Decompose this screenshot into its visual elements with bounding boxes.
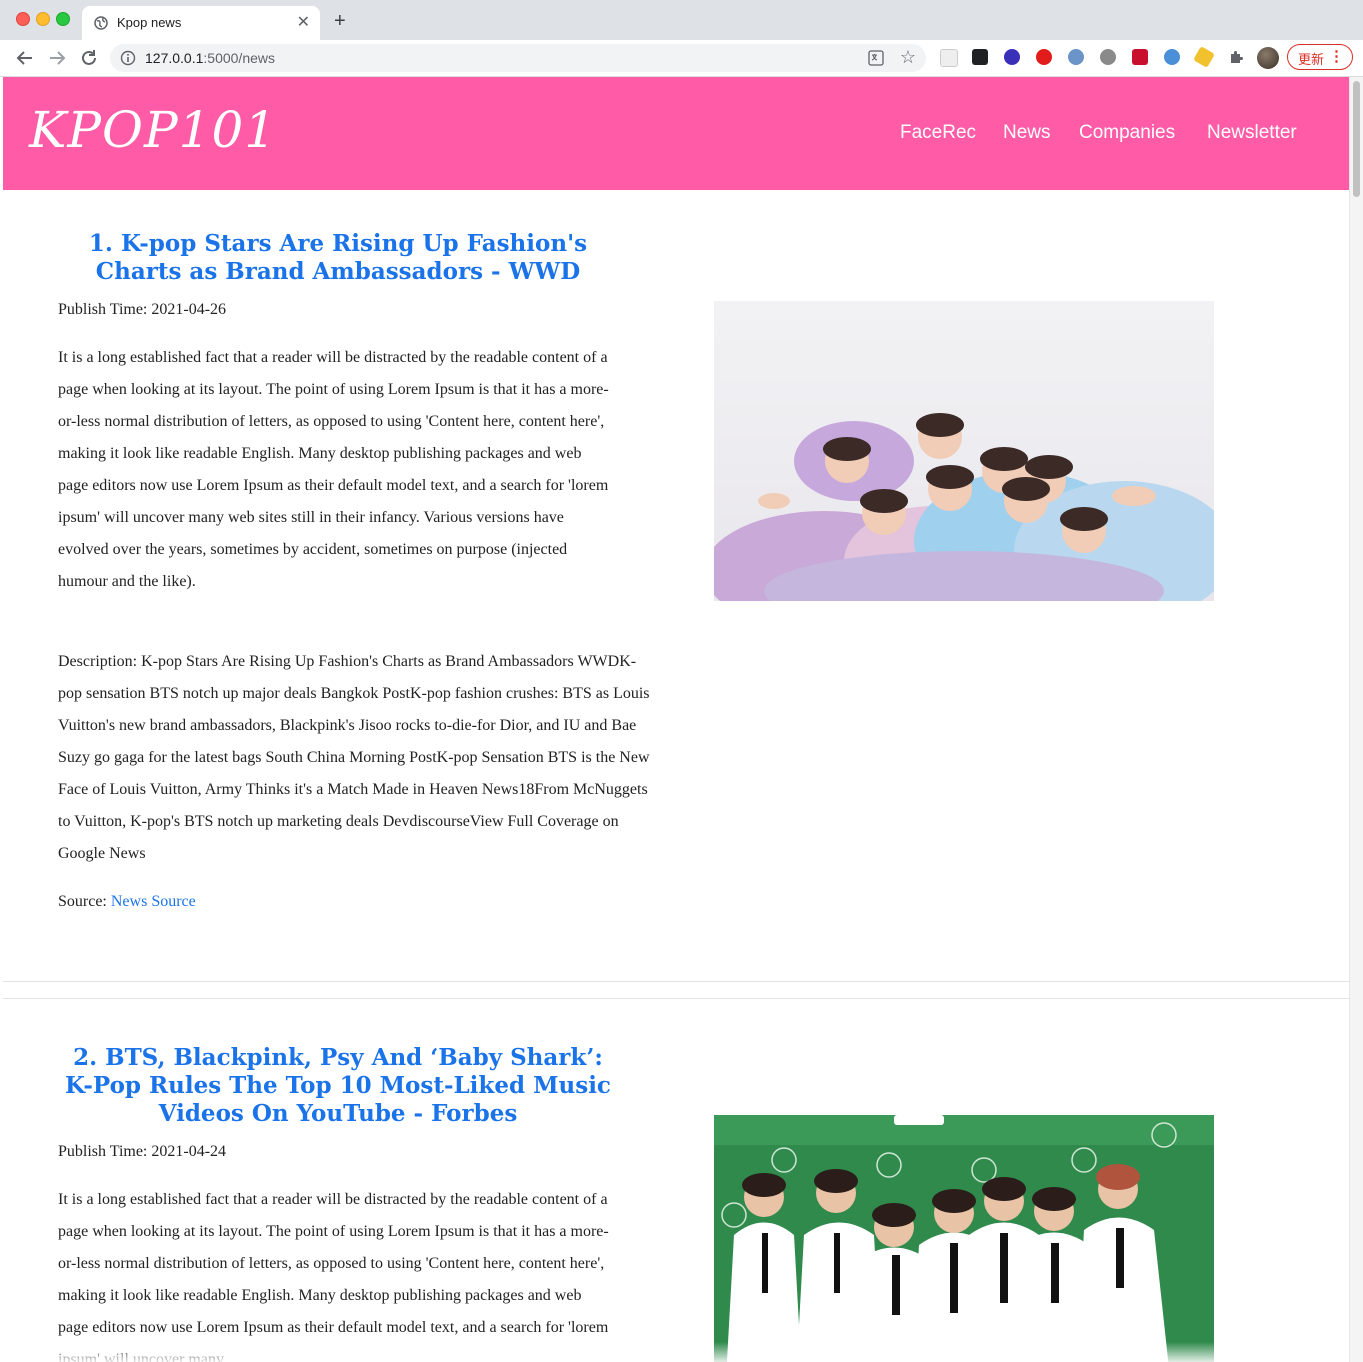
browser-tabstrip: Kpop news ✕ + — [0, 0, 1363, 40]
group-photo-illustration — [714, 301, 1214, 601]
section-divider — [3, 981, 1349, 982]
address-bar[interactable]: 127.0.0.1:5000/news ☆ — [110, 44, 926, 72]
publish-time: Publish Time: 2021-04-26 — [58, 301, 227, 318]
browser-tab[interactable]: Kpop news ✕ — [82, 6, 320, 40]
article-body: It is a long established fact that a rea… — [58, 1191, 609, 1362]
group-photo-illustration — [714, 1115, 1214, 1362]
update-label: 更新 — [1298, 52, 1325, 67]
tab-title: Kpop news — [117, 15, 182, 30]
info-icon[interactable] — [120, 50, 136, 66]
article-title: 1. K-pop Stars Are Rising Up Fashion's C… — [58, 230, 618, 286]
page-scrollbar[interactable] — [1349, 77, 1363, 1362]
extension-globe-icon[interactable] — [1004, 49, 1020, 65]
article-title-link[interactable]: 1. K-pop Stars Are Rising Up Fashion's C… — [89, 230, 587, 285]
extension-opera-icon[interactable] — [1036, 49, 1052, 65]
extension-play-icon[interactable] — [1132, 49, 1148, 65]
article-title-link[interactable]: 2. BTS, Blackpink, Psy And ‘Baby Shark’:… — [65, 1044, 611, 1127]
article-image[interactable] — [714, 301, 1214, 601]
article-image[interactable] — [714, 1115, 1214, 1362]
site-logo[interactable]: KPOP101 — [29, 101, 277, 159]
new-tab-button[interactable]: + — [334, 9, 346, 33]
maximize-window-button[interactable] — [56, 12, 70, 26]
close-icon[interactable]: ✕ — [297, 12, 310, 32]
profile-avatar[interactable] — [1257, 47, 1279, 69]
nav-companies[interactable]: Companies — [1079, 122, 1175, 144]
extension-compass-icon[interactable] — [1068, 49, 1084, 65]
publish-time: Publish Time: 2021-04-24 — [58, 1143, 227, 1160]
scrollbar-thumb[interactable] — [1353, 81, 1360, 197]
bookmark-star-icon[interactable]: ☆ — [900, 47, 916, 68]
site-header: KPOP101 FaceRec News Companies Newslette… — [3, 77, 1349, 190]
more-menu-icon[interactable]: ⋮ — [1329, 47, 1344, 65]
translate-icon[interactable] — [868, 50, 884, 66]
browser-toolbar: 127.0.0.1:5000/news ☆ — [0, 40, 1363, 77]
url-path: :5000/news — [203, 50, 275, 66]
nav-news[interactable]: News — [1003, 122, 1051, 144]
extension-blank-icon[interactable] — [940, 49, 958, 67]
minimize-window-button[interactable] — [36, 12, 50, 26]
extension-x-icon[interactable] — [972, 49, 988, 65]
puzzle-icon[interactable] — [1228, 49, 1244, 65]
extension-bug-icon[interactable] — [1100, 49, 1116, 65]
nav-newsletter[interactable]: Newsletter — [1207, 122, 1297, 144]
bottom-fade — [3, 1342, 1349, 1362]
article-title: 2. BTS, Blackpink, Psy And ‘Baby Shark’:… — [58, 1044, 618, 1128]
article-description: Description: K-pop Stars Are Rising Up F… — [58, 653, 650, 862]
url-text: 127.0.0.1:5000/news — [145, 50, 275, 66]
news-source-link[interactable]: News Source — [111, 893, 196, 910]
section-divider — [3, 998, 1349, 999]
close-window-button[interactable] — [16, 12, 30, 26]
globe-icon — [94, 16, 108, 30]
source-label: Source: — [58, 893, 107, 910]
article-body: It is a long established fact that a rea… — [58, 349, 609, 590]
reload-icon[interactable] — [78, 47, 100, 69]
page-viewport: KPOP101 FaceRec News Companies Newslette… — [3, 77, 1349, 1362]
url-host: 127.0.0.1 — [145, 50, 204, 66]
article-source: Source: News Source — [58, 893, 196, 911]
back-arrow-icon[interactable] — [14, 47, 36, 69]
update-button[interactable]: 更新 ⋮ — [1287, 44, 1353, 70]
extension-shade-icon[interactable] — [1164, 49, 1180, 65]
forward-arrow-icon[interactable] — [46, 47, 68, 69]
nav-facerec[interactable]: FaceRec — [900, 122, 976, 144]
